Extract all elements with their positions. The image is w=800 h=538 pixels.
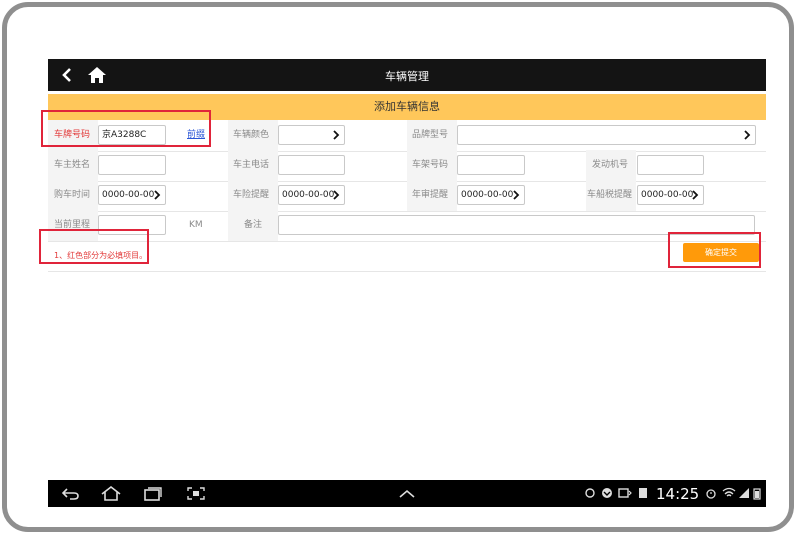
form-row-3: 购车时间 0000-00-00 车险提醒 0000-00-00 年审提醒 000… <box>48 180 766 212</box>
wifi-icon <box>722 487 736 497</box>
tax-date-value: 0000-00-00 <box>641 190 694 200</box>
chevron-right-icon <box>154 190 161 200</box>
chevron-right-icon <box>692 190 699 200</box>
note-row: 1、红色部分为必填项目。 <box>48 240 766 272</box>
status-time: 14:25 <box>656 485 700 503</box>
tablet-frame: 车辆管理 添加车辆信息 车牌号码 京A3288C 前缀 车辆颜色 品牌型号 车主… <box>2 2 794 532</box>
owner-phone-input[interactable] <box>278 155 345 175</box>
download-icon <box>602 488 612 498</box>
alarm-icon <box>706 489 716 499</box>
owner-phone-label: 车主电话 <box>233 160 270 170</box>
signal-icon <box>739 488 749 498</box>
form-row-2: 车主姓名 车主电话 车架号码 发动机号 <box>48 150 766 182</box>
mileage-unit: KM <box>189 220 203 230</box>
highlight-box-note <box>39 229 149 264</box>
owner-name-label: 车主姓名 <box>54 160 91 170</box>
engine-label: 发动机号 <box>592 160 629 170</box>
chevron-right-icon <box>744 130 751 140</box>
purchase-date-select[interactable]: 0000-00-00 <box>98 185 166 205</box>
highlight-box-submit <box>668 232 761 268</box>
nav-recent-icon[interactable] <box>143 486 163 501</box>
nav-back-icon[interactable] <box>61 486 81 501</box>
color-label: 车辆颜色 <box>233 130 270 140</box>
tax-date-select[interactable]: 0000-00-00 <box>637 185 704 205</box>
nav-home-icon[interactable] <box>100 486 122 501</box>
chevron-right-icon <box>333 130 340 140</box>
vin-input[interactable] <box>457 155 525 175</box>
battery-icon <box>753 488 761 500</box>
brand-select[interactable] <box>457 125 756 145</box>
usb-icon <box>618 488 632 498</box>
page-title: 车辆管理 <box>385 70 429 83</box>
sync-icon <box>585 488 595 498</box>
inspection-date-value: 0000-00-00 <box>461 190 514 200</box>
inspection-date-select[interactable]: 0000-00-00 <box>457 185 525 205</box>
chevron-right-icon <box>333 190 340 200</box>
highlight-box-plate <box>41 110 211 147</box>
purchase-date-value: 0000-00-00 <box>102 190 155 200</box>
form-row-4: 当前里程 KM 备注 <box>48 210 766 242</box>
inspection-label: 年审提醒 <box>412 190 449 200</box>
remark-label: 备注 <box>244 220 263 230</box>
vin-label: 车架号码 <box>412 160 449 170</box>
insurance-label: 车险提醒 <box>233 190 270 200</box>
owner-name-input[interactable] <box>98 155 166 175</box>
system-nav-bar: 14:25 <box>48 480 766 507</box>
insurance-date-value: 0000-00-00 <box>282 190 335 200</box>
sd-card-icon <box>639 488 647 498</box>
brand-label: 品牌型号 <box>412 130 449 140</box>
insurance-date-select[interactable]: 0000-00-00 <box>278 185 345 205</box>
chevron-right-icon <box>513 190 520 200</box>
engine-input[interactable] <box>637 155 704 175</box>
top-bar: 车辆管理 <box>48 59 766 91</box>
tax-label: 车船税提醒 <box>587 190 633 200</box>
color-select[interactable] <box>278 125 345 145</box>
nav-up-icon[interactable] <box>398 489 416 499</box>
screenshot-icon[interactable] <box>186 486 206 501</box>
purchase-label: 购车时间 <box>54 190 91 200</box>
